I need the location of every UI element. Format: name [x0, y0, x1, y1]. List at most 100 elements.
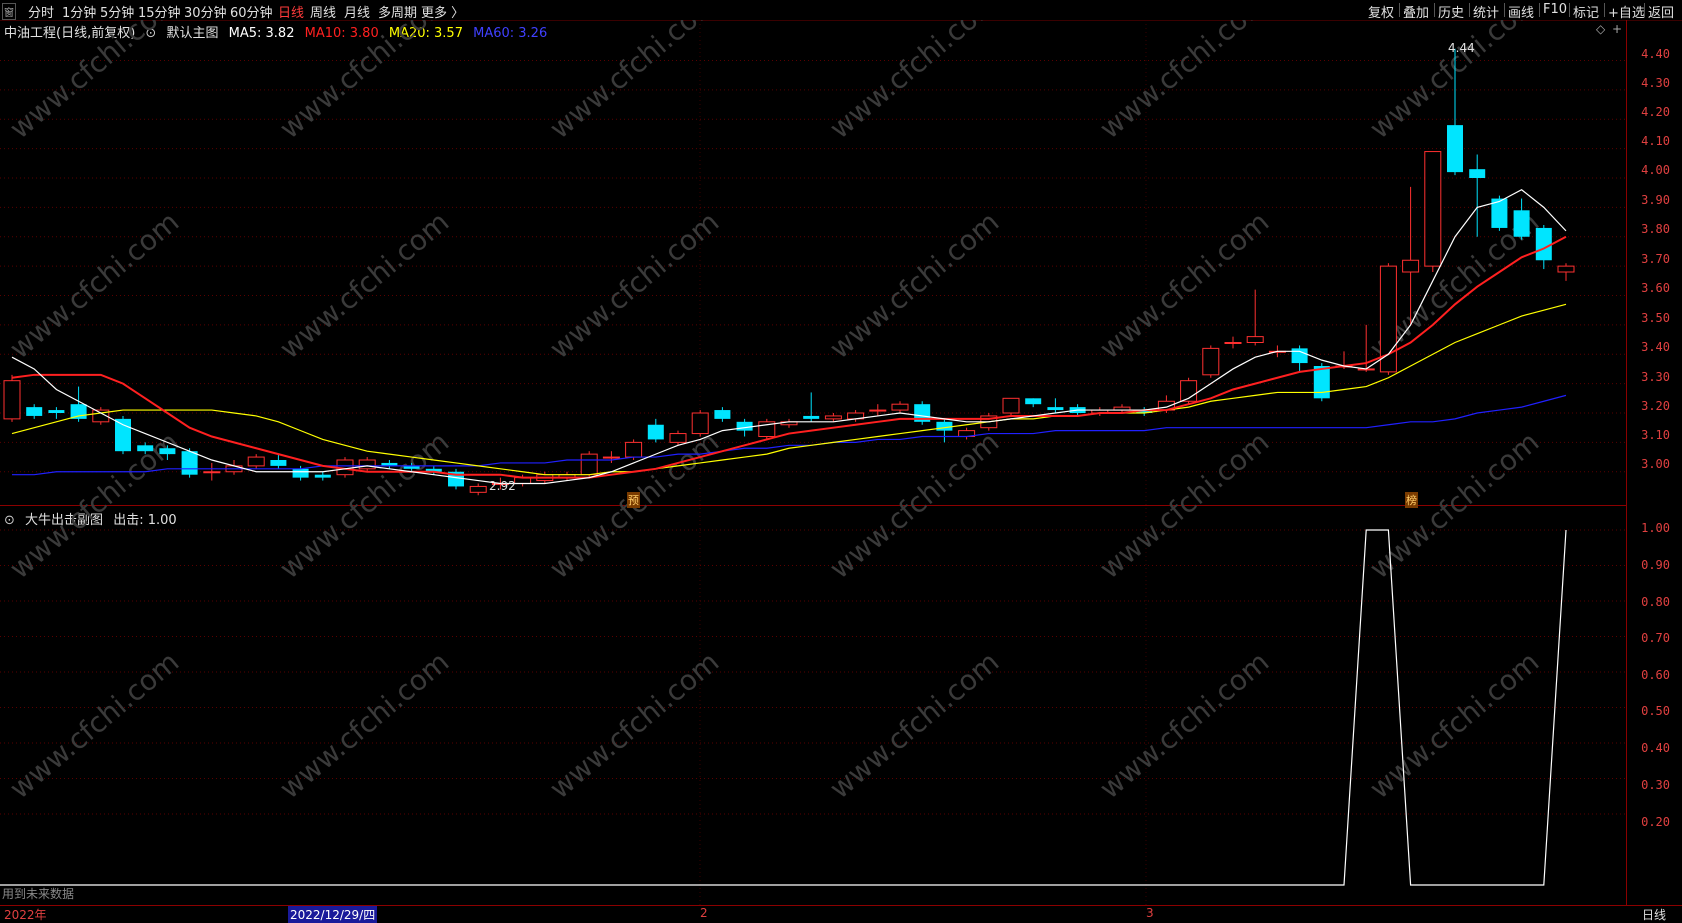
price-tick: 3.20: [1641, 399, 1670, 413]
watermark-text: www.cfchi.com: [543, 20, 725, 145]
period-60min[interactable]: 60分钟: [230, 2, 273, 21]
toolbar: 窗 分时 1分钟 5分钟 15分钟 30分钟 60分钟 日线 周线 月线 多周期…: [0, 0, 1682, 21]
tool-mark[interactable]: 标记: [1573, 2, 1599, 21]
tool-fuquan[interactable]: 复权: [1368, 2, 1394, 21]
candle-body-up: [1002, 397, 1020, 414]
candle-body-down: [181, 451, 198, 475]
toolbar-separator: [1434, 3, 1435, 17]
candle-body-down: [1469, 169, 1486, 178]
candle-body-down: [115, 418, 131, 452]
candle-body-up: [1246, 336, 1264, 343]
sub-tick: 0.20: [1641, 815, 1670, 829]
price-tick: 3.00: [1641, 457, 1670, 471]
candle-body-down: [1025, 398, 1042, 405]
sub-tick: 0.50: [1641, 704, 1670, 718]
tool-f10[interactable]: F10: [1543, 2, 1567, 17]
price-tick: 3.70: [1641, 252, 1670, 266]
marker-bang[interactable]: 榜: [1405, 492, 1418, 508]
watermark-text: www.cfchi.com: [1093, 425, 1275, 585]
tool-add-watchlist[interactable]: +自选: [1608, 2, 1645, 21]
toolbar-separator: [1604, 3, 1605, 17]
sub-tick: 0.40: [1641, 741, 1670, 755]
toolbar-separator: [1569, 3, 1570, 17]
candle-body-up: [358, 459, 376, 470]
watermark-text: www.cfchi.com: [273, 645, 455, 805]
candle-body-up: [1202, 347, 1220, 376]
kline-chart[interactable]: www.cfchi.com www.cfchi.com www.cfchi.com w…: [0, 20, 1626, 905]
watermark-text: www.cfchi.com: [823, 20, 1005, 145]
candle-body-down: [803, 415, 820, 419]
watermark-text: www.cfchi.com: [3, 425, 185, 585]
month-label-3: 3: [1146, 906, 1154, 920]
candle-body-down: [1291, 348, 1308, 364]
candle-body-down: [647, 424, 664, 440]
period-weekly[interactable]: 周线: [310, 2, 336, 21]
marker-yu[interactable]: 预: [627, 492, 640, 508]
tool-stats[interactable]: 统计: [1473, 2, 1499, 21]
price-tick: 3.90: [1641, 193, 1670, 207]
candle-body-down: [736, 421, 753, 431]
ma5-line: [11, 189, 1567, 485]
watermark-text: www.cfchi.com: [273, 205, 455, 365]
high-price-label: 4.44: [1448, 41, 1475, 55]
tool-draw[interactable]: 画线: [1508, 2, 1534, 21]
candle-body-down: [1513, 210, 1530, 237]
price-tick: 4.40: [1641, 47, 1670, 61]
period-1min[interactable]: 1分钟: [62, 2, 96, 21]
price-tick: 3.50: [1641, 311, 1670, 325]
price-tick: 4.20: [1641, 105, 1670, 119]
candle-body-down: [137, 445, 154, 452]
period-multi[interactable]: 多周期: [378, 2, 417, 21]
watermark-text: www.cfchi.com: [1093, 645, 1275, 805]
ma-lines: [11, 189, 1567, 485]
price-tick: 4.00: [1641, 163, 1670, 177]
watermark-text: www.cfchi.com: [1093, 20, 1275, 145]
period-indicator: 日线: [1642, 908, 1667, 922]
watermark-text: www.cfchi.com: [823, 425, 1005, 585]
period-daily[interactable]: 日线: [278, 2, 304, 21]
tool-overlay[interactable]: 叠加: [1403, 2, 1429, 21]
tool-history[interactable]: 历史: [1438, 2, 1464, 21]
candle-body-up: [1224, 342, 1242, 344]
period-5min[interactable]: 5分钟: [100, 2, 134, 21]
period-15min[interactable]: 15分钟: [138, 2, 181, 21]
candle-body-up: [469, 485, 487, 493]
watermark-text: www.cfchi.com: [823, 205, 1005, 365]
period-more[interactable]: 更多 〉: [421, 2, 464, 21]
period-30min[interactable]: 30分钟: [184, 2, 227, 21]
future-data-warning: 用到未来数据: [2, 887, 75, 901]
price-tick: 4.30: [1641, 76, 1670, 90]
period-fenshi[interactable]: 分时: [28, 2, 54, 21]
candle-body-up: [247, 456, 265, 467]
toolbar-separator: [1539, 3, 1540, 17]
price-axis-divider: [1626, 20, 1627, 905]
tool-back[interactable]: 返回: [1648, 2, 1674, 21]
price-tick: 3.40: [1641, 340, 1670, 354]
candle-body-down: [292, 468, 309, 478]
candle-body-down: [314, 474, 331, 478]
period-monthly[interactable]: 月线: [344, 2, 370, 21]
candle-body-up: [691, 412, 709, 435]
candle-body-down: [159, 448, 176, 455]
watermark-text: www.cfchi.com: [1363, 645, 1545, 805]
price-tick: 4.10: [1641, 134, 1670, 148]
ma20-line: [11, 303, 1567, 476]
candle-body-up: [669, 433, 687, 443]
window-menu-icon[interactable]: 窗: [2, 3, 16, 20]
sub-tick: 1.00: [1641, 521, 1670, 535]
candle-body-up: [824, 415, 842, 420]
toolbar-separator: [1504, 3, 1505, 17]
candle-body-down: [270, 460, 287, 466]
sub-tick: 0.80: [1641, 595, 1670, 609]
candle-body-up: [3, 380, 21, 420]
selected-date[interactable]: 2022/12/29/四: [288, 906, 378, 923]
sub-signal-line: [0, 529, 1567, 886]
year-label: 2022年: [4, 908, 47, 922]
date-axis: 2022年 2022/12/29/四 2 3 日线: [0, 905, 1682, 923]
toolbar-separator: [1469, 3, 1470, 17]
candle-body-up: [891, 403, 909, 411]
price-tick: 3.10: [1641, 428, 1670, 442]
watermark-text: www.cfchi.com: [3, 205, 185, 365]
price-tick: 3.80: [1641, 222, 1670, 236]
toolbar-separator: [1644, 3, 1645, 17]
